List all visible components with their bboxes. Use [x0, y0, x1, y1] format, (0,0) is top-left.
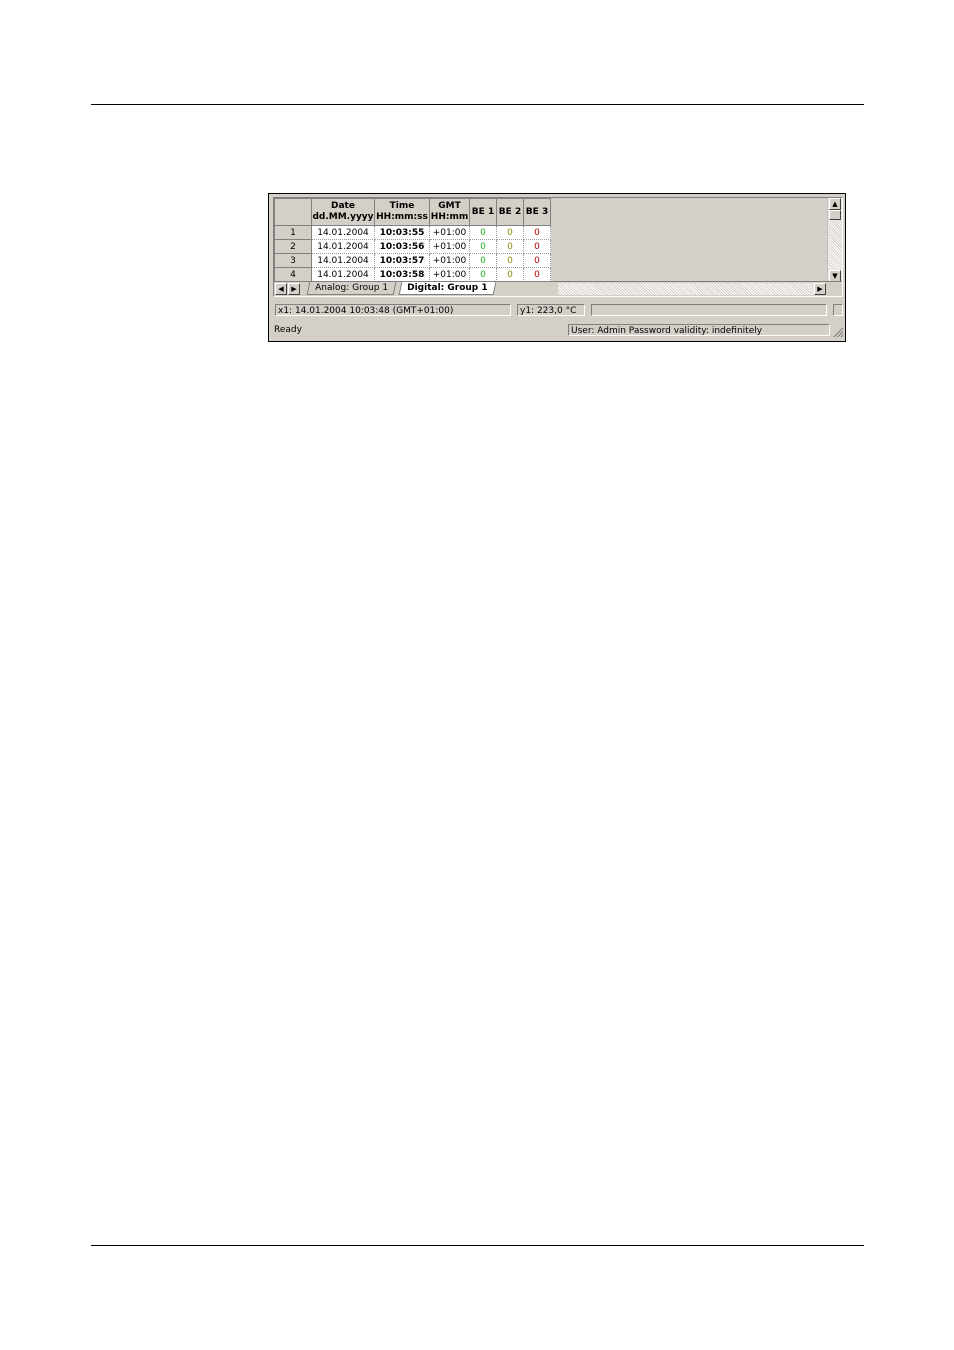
be3-cell[interactable]: 0	[523, 267, 551, 282]
sheet-tab-strip: ◀ ▶ Analog: Group 1 Digital: Group 1 ◀ ▶	[274, 281, 842, 296]
header-label: BE 1	[471, 206, 495, 217]
grid-frame: Date dd.MM.yyyy Time HH:mm:ss GMT HH:mm BE …	[273, 197, 843, 297]
arrow-right-icon[interactable]: ▶	[288, 283, 300, 295]
be1-cell[interactable]: 0	[469, 267, 497, 282]
column-header-be3[interactable]: BE 3	[523, 198, 551, 226]
header-label: BE 2	[498, 206, 522, 217]
header-format: HH:mm	[430, 212, 469, 222]
status-ready-text: Ready	[274, 325, 302, 335]
time-cell[interactable]: 10:03:56	[374, 239, 430, 254]
header-format: dd.MM.yyyy	[312, 212, 374, 222]
row-number[interactable]: 3	[274, 253, 312, 268]
be1-cell[interactable]: 0	[469, 253, 497, 268]
be2-cell[interactable]: 0	[496, 239, 524, 254]
gmt-cell[interactable]: +01:00	[429, 239, 470, 254]
column-header-date[interactable]: Date dd.MM.yyyy	[311, 198, 375, 226]
column-header-gmt[interactable]: GMT HH:mm	[429, 198, 470, 226]
header-label: Date	[331, 201, 355, 211]
be2-cell[interactable]: 0	[496, 267, 524, 282]
be3-cell[interactable]: 0	[523, 253, 551, 268]
row-number[interactable]: 1	[274, 225, 312, 240]
arrow-left-icon[interactable]: ◀	[275, 283, 287, 295]
arrow-up-icon[interactable]: ▲	[829, 198, 841, 210]
table-row[interactable]: 2 14.01.2004 10:03:56 +01:00 0 0 0	[274, 239, 551, 254]
y-cursor-readout: y1: 223,0 °C	[517, 304, 585, 316]
column-header-be1[interactable]: BE 1	[469, 198, 497, 226]
table-row[interactable]: 3 14.01.2004 10:03:57 +01:00 0 0 0	[274, 253, 551, 268]
vertical-scroll-thumb[interactable]	[829, 210, 841, 220]
be3-cell[interactable]: 0	[523, 239, 551, 254]
gmt-cell[interactable]: +01:00	[429, 267, 470, 282]
header-label: GMT	[438, 201, 461, 211]
column-header-be2[interactable]: BE 2	[496, 198, 524, 226]
top-rule	[91, 104, 864, 105]
header-label: Time	[389, 201, 415, 211]
table-row[interactable]: 4 14.01.2004 10:03:58 +01:00 0 0 0	[274, 267, 551, 282]
date-cell[interactable]: 14.01.2004	[311, 239, 375, 254]
gmt-cell[interactable]: +01:00	[429, 253, 470, 268]
be2-cell[interactable]: 0	[496, 253, 524, 268]
header-row: Date dd.MM.yyyy Time HH:mm:ss GMT HH:mm BE …	[274, 198, 551, 226]
data-grid: Date dd.MM.yyyy Time HH:mm:ss GMT HH:mm BE …	[274, 198, 551, 282]
x-cursor-readout: x1: 14.01.2004 10:03:48 (GMT+01:00)	[275, 304, 511, 316]
readout-empty-field	[591, 304, 827, 316]
arrow-right-icon[interactable]: ▶	[814, 283, 826, 295]
data-table-window: Date dd.MM.yyyy Time HH:mm:ss GMT HH:mm BE …	[268, 193, 846, 342]
be2-cell[interactable]: 0	[496, 225, 524, 240]
tab-label: Analog: Group 1	[315, 283, 389, 293]
gmt-cell[interactable]: +01:00	[429, 225, 470, 240]
bottom-rule	[91, 1245, 864, 1246]
tab-label: Digital: Group 1	[407, 283, 488, 293]
corner-header[interactable]	[274, 198, 312, 226]
table-row[interactable]: 1 14.01.2004 10:03:55 +01:00 0 0 0	[274, 225, 551, 240]
horizontal-scrollbar[interactable]	[558, 283, 826, 295]
time-cell[interactable]: 10:03:57	[374, 253, 430, 268]
tab-analog-group-1[interactable]: Analog: Group 1	[306, 282, 397, 295]
be1-cell[interactable]: 0	[469, 239, 497, 254]
resize-grip-icon[interactable]	[833, 327, 843, 337]
row-number[interactable]: 2	[274, 239, 312, 254]
tab-digital-group-1[interactable]: Digital: Group 1	[398, 282, 496, 295]
be3-cell[interactable]: 0	[523, 225, 551, 240]
row-number[interactable]: 4	[274, 267, 312, 282]
readout-end-field	[833, 304, 843, 316]
cursor-readout-bar: x1: 14.01.2004 10:03:48 (GMT+01:00) y1: …	[273, 302, 843, 318]
header-format: HH:mm:ss	[376, 212, 428, 222]
status-user-info: User: Admin Password validity: indefinit…	[568, 324, 830, 336]
be1-cell[interactable]: 0	[469, 225, 497, 240]
status-bar: Ready User: Admin Password validity: ind…	[273, 323, 843, 337]
vertical-scrollbar[interactable]: ▲ ▼	[827, 198, 842, 282]
column-header-time[interactable]: Time HH:mm:ss	[374, 198, 430, 226]
date-cell[interactable]: 14.01.2004	[311, 253, 375, 268]
time-cell[interactable]: 10:03:55	[374, 225, 430, 240]
date-cell[interactable]: 14.01.2004	[311, 267, 375, 282]
date-cell[interactable]: 14.01.2004	[311, 225, 375, 240]
time-cell[interactable]: 10:03:58	[374, 267, 430, 282]
header-label: BE 3	[525, 206, 549, 217]
